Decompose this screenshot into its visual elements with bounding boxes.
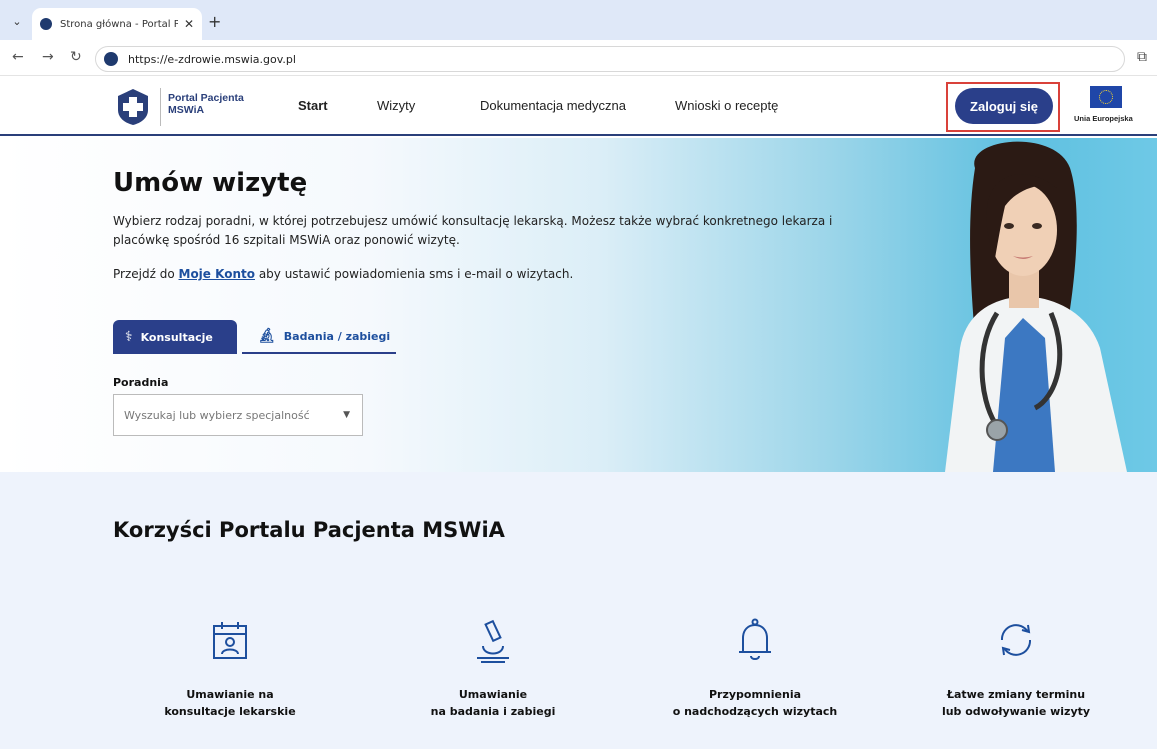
specialty-select[interactable]: Wyszukaj lub wybierz specjalność ▼ — [113, 394, 363, 436]
page-title: Umów wizytę — [113, 168, 308, 198]
forward-icon[interactable]: → — [42, 49, 54, 65]
logo-line2: MSWiA — [168, 104, 205, 116]
benefit-label-line1: Przypomnienia — [708, 688, 802, 701]
tab-title: Strona główna - Portal Pacjenta M — [60, 18, 178, 30]
chevron-down-icon: ▼ — [343, 410, 350, 420]
nav-start[interactable]: Start — [298, 98, 328, 113]
hero-description: Wybierz rodzaj poradni, w której potrzeb… — [113, 214, 833, 247]
logo-text[interactable]: Portal Pacjenta MSWiA — [168, 92, 244, 116]
tab-konsultacje-label: Konsultacje — [140, 330, 213, 344]
tab-badania[interactable]: 🔬︎ Badania / zabiegi — [242, 320, 396, 354]
new-tab-icon[interactable]: + — [208, 12, 221, 31]
extensions-icon[interactable]: ⧉ — [1137, 49, 1147, 65]
benefit-label-line2: konsultacje lekarskie — [164, 705, 296, 718]
site-favicon-icon — [40, 18, 52, 30]
nav-wnioski[interactable]: Wnioski o receptę — [675, 98, 778, 113]
benefit-label-line2: lub odwoływanie wizyty — [941, 705, 1091, 718]
benefit-label-line1: Umawianie — [458, 688, 528, 701]
benefit-item: Przypomnienia o nadchodzących wizytach — [655, 616, 855, 720]
refresh-icon — [1000, 624, 1032, 656]
browser-tab[interactable]: Strona główna - Portal Pacjenta M ✕ — [32, 8, 202, 40]
benefit-label-line2: na badania i zabiegi — [430, 705, 556, 718]
bell-icon — [739, 618, 771, 660]
hero-section: Umów wizytę Wybierz rodzaj poradni, w kt… — [0, 138, 1157, 472]
portal-logo-icon[interactable] — [116, 88, 150, 126]
account-suffix: aby ustawić powiadomienia sms i e-mail o… — [258, 267, 574, 281]
logo-divider — [160, 88, 161, 126]
site-header: Portal Pacjenta MSWiA Start Wizyty Dokum… — [0, 78, 1157, 136]
nav-wizyty[interactable]: Wizyty — [377, 98, 415, 113]
stethoscope-icon: ⚕ — [125, 329, 133, 345]
logo-line1: Portal Pacjenta — [168, 92, 244, 104]
microscope-icon — [477, 619, 509, 663]
browser-tab-bar: ⌄ Strona główna - Portal Pacjenta M ✕ + — [0, 0, 1157, 40]
doctor-illustration — [945, 141, 1127, 472]
login-button[interactable]: Zaloguj się — [955, 88, 1053, 124]
reload-icon[interactable]: ↻ — [70, 49, 82, 65]
poradnia-label: Poradnia — [113, 376, 169, 389]
url-input[interactable]: https://e-zdrowie.mswia.gov.pl — [95, 46, 1125, 72]
my-account-link[interactable]: Moje Konto — [179, 267, 255, 281]
benefit-item: Łatwe zmiany terminu lub odwoływanie wiz… — [916, 616, 1116, 720]
account-prefix: Przejdź do — [113, 267, 175, 281]
site-info-icon[interactable] — [104, 52, 118, 66]
benefit-label-line1: Umawianie na — [186, 688, 274, 701]
eu-label: Unia Europejska — [1074, 114, 1133, 123]
tab-close-icon[interactable]: ✕ — [184, 17, 194, 31]
address-bar: ← → ↻ https://e-zdrowie.mswia.gov.pl ⧉ — [0, 40, 1157, 76]
benefits-section: Korzyści Portalu Pacjenta MSWiA Umawiani… — [0, 472, 1157, 749]
tab-konsultacje[interactable]: ⚕ Konsultacje — [113, 320, 237, 354]
benefits-title: Korzyści Portalu Pacjenta MSWiA — [113, 518, 505, 542]
tab-badania-label: Badania / zabiegi — [283, 329, 391, 343]
benefit-label-line1: Łatwe zmiany terminu — [946, 688, 1086, 701]
back-icon[interactable]: ← — [12, 49, 24, 65]
nav-dokumentacja[interactable]: Dokumentacja medyczna — [480, 98, 626, 113]
benefit-label-line2: o nadchodzących wizytach — [672, 705, 838, 718]
specialty-placeholder: Wyszukaj lub wybierz specjalność — [124, 408, 310, 422]
url-text: https://e-zdrowie.mswia.gov.pl — [128, 52, 296, 66]
eu-flag-icon — [1090, 86, 1122, 108]
benefit-item: Umawianie na badania i zabiegi — [393, 616, 593, 720]
account-info: Przejdź do Moje Konto aby ustawić powiad… — [113, 267, 573, 281]
microscope-small-icon: 🔬︎ — [258, 328, 276, 344]
benefit-item: Umawianie na konsultacje lekarskie — [130, 616, 330, 720]
calendar-doctor-icon — [213, 622, 247, 659]
tab-search-icon[interactable]: ⌄ — [6, 10, 28, 32]
